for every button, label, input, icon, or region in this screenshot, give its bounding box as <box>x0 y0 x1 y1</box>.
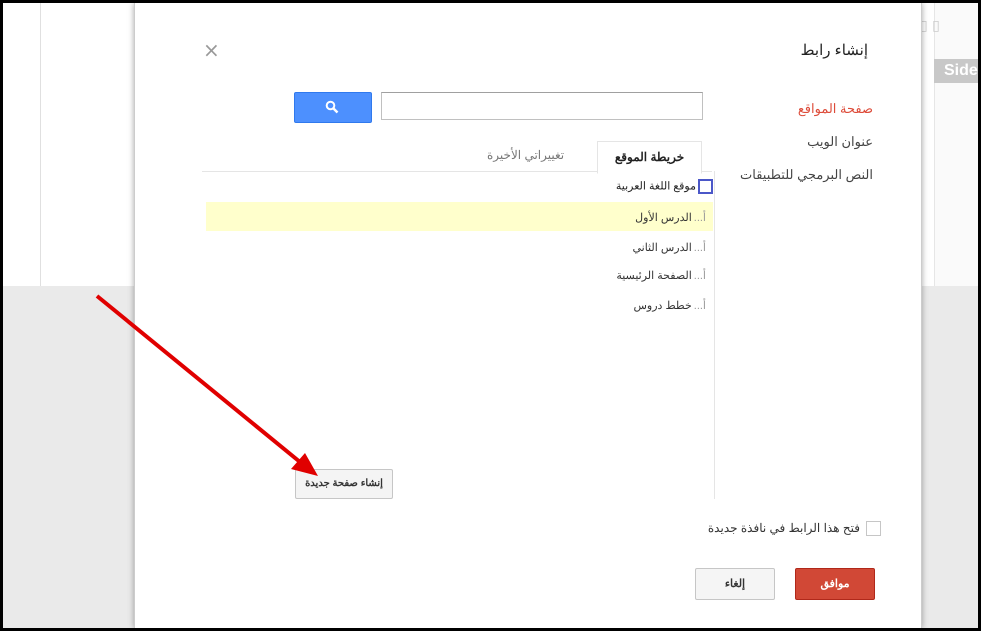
tree-item[interactable]: أ...الصفحة الرئيسية <box>616 269 706 282</box>
tree-item[interactable]: أ...الدرس الثاني <box>632 241 706 254</box>
nav-item-sites-page[interactable]: صفحة المواقع <box>740 101 873 117</box>
tree-item[interactable]: أ...الدرس الأول <box>635 211 706 224</box>
tab-recent-changes[interactable]: تغييراتي الأخيرة <box>487 148 564 162</box>
search-input[interactable] <box>381 92 703 120</box>
site-icon <box>698 179 713 194</box>
tree-item-label: خطط دروس <box>633 300 692 312</box>
tree-item-lead: أ... <box>693 212 706 224</box>
ok-button[interactable]: موافق <box>795 568 875 600</box>
background-toolbar-icons: ▯ ▯ <box>920 18 940 34</box>
tree-root[interactable]: موقع اللغة العربية <box>616 179 713 194</box>
create-link-dialog: إنشاء رابط × صفحة المواقع عنوان الويب ال… <box>134 3 922 628</box>
tree-divider <box>714 171 715 499</box>
background-sidebar <box>934 3 978 286</box>
tree-item-lead: أ... <box>693 242 706 254</box>
tree-item-label: الصفحة الرئيسية <box>616 270 692 282</box>
cancel-button[interactable]: إلغاء <box>695 568 775 600</box>
create-new-page-button[interactable]: إنشاء صفحة جديدة <box>295 469 393 499</box>
tab-sitemap[interactable]: خريطة الموقع <box>597 141 702 174</box>
link-type-nav: صفحة المواقع عنوان الويب النص البرمجي لل… <box>740 101 873 200</box>
close-icon[interactable]: × <box>203 40 220 60</box>
nav-item-web-address[interactable]: عنوان الويب <box>740 134 873 150</box>
screenshot-frame: Side ▯ ▯ إنشاء رابط × صفحة المواقع عنوان… <box>0 0 981 631</box>
tree-root-label: موقع اللغة العربية <box>615 180 696 193</box>
background-divider <box>40 3 41 286</box>
search-button[interactable] <box>294 92 372 123</box>
search-icon <box>325 100 339 114</box>
side-tab: Side <box>934 59 978 83</box>
open-new-window-checkbox[interactable] <box>866 521 881 537</box>
tree-item[interactable]: أ...خطط دروس <box>633 299 706 312</box>
tree-item-lead: أ... <box>693 270 706 282</box>
dialog-title: إنشاء رابط <box>800 42 868 59</box>
tree-item-label: الدرس الثاني <box>632 242 692 254</box>
open-new-window-label: فتح هذا الرابط في نافذة جديدة <box>707 521 860 535</box>
tree-item-label: الدرس الأول <box>635 212 692 224</box>
nav-item-apps-script[interactable]: النص البرمجي للتطبيقات <box>740 167 873 183</box>
tree-item-lead: أ... <box>693 300 706 312</box>
open-new-window-option: فتح هذا الرابط في نافذة جديدة <box>707 521 881 537</box>
